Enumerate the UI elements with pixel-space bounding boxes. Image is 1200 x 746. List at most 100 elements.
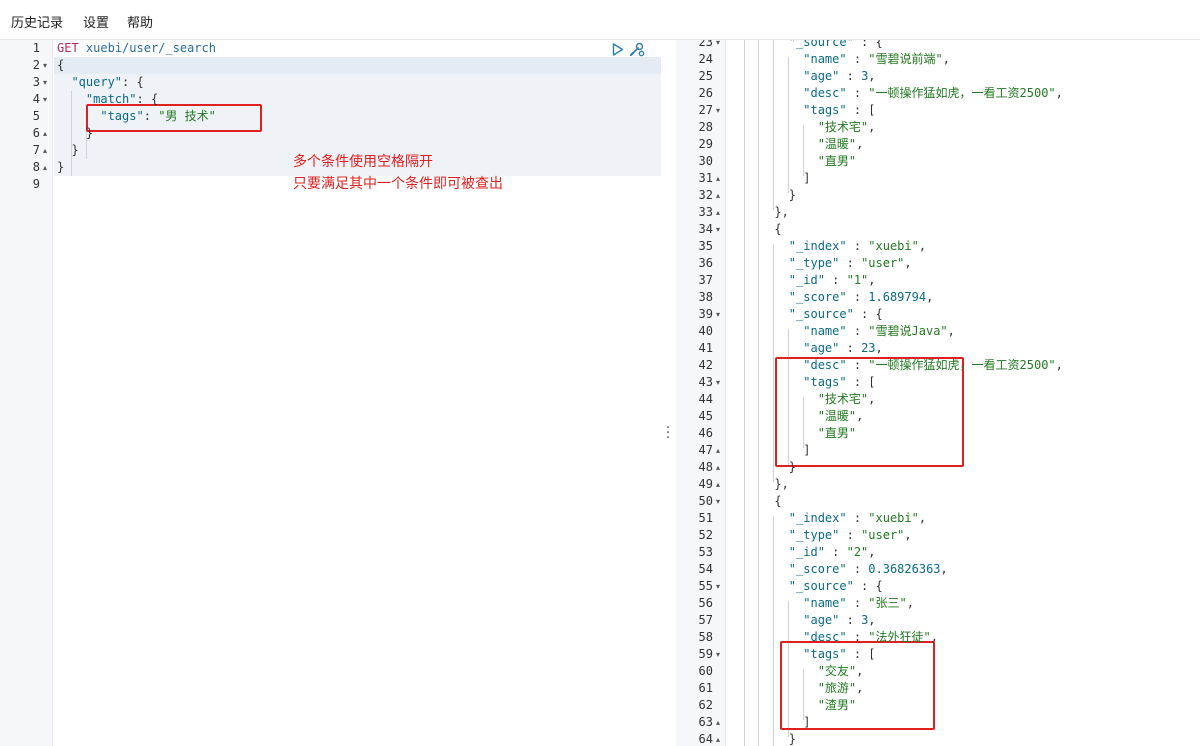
fold-open-icon[interactable]: ▾ (43, 57, 47, 74)
code-line: "_type" : "user", (788, 256, 912, 270)
code-line: } (731, 732, 797, 746)
code-line: "_id" : "1", (788, 273, 876, 287)
line-number: 41 (698, 341, 713, 355)
line-number: 31 (698, 171, 713, 185)
fold-close-icon[interactable]: ▴ (716, 442, 720, 459)
code-line: { (731, 494, 782, 508)
code-line: "_type" : "user", (788, 528, 912, 542)
fold-close-icon[interactable]: ▴ (43, 159, 47, 176)
fold-close-icon[interactable]: ▴ (716, 459, 720, 476)
line-number: 27 (698, 103, 713, 117)
code-line: "desc" : "一顿操作猛如虎，一看工资2500", (803, 358, 1063, 372)
line-number: 42 (698, 358, 713, 372)
line-number: 63 (698, 715, 713, 729)
line-number: 36 (698, 256, 713, 270)
code-line: "渣男" (817, 698, 857, 712)
code-line: "age" : 23, (803, 341, 883, 355)
menu-history[interactable]: 历史记录 (11, 12, 63, 31)
code-line: { (57, 58, 65, 72)
fold-open-icon[interactable]: ▾ (716, 493, 720, 510)
code-line: "温暖", (817, 137, 864, 151)
request-editor[interactable]: 1 2 ▾ 3 ▾ 4 ▾ 5 6 ▴ 7 ▴ 8 ▴ 9 多个条件使用空格隔开 只要满足其中一个条件即可被… (0, 40, 661, 746)
code-line: "技术宅", (817, 120, 876, 134)
fold-open-icon[interactable]: ▾ (716, 306, 720, 323)
line-number: 62 (698, 698, 713, 712)
pane-divider[interactable] (661, 40, 676, 746)
line-number: 53 (698, 545, 713, 559)
code-line: "_index" : "xuebi", (788, 511, 927, 525)
line-number: 38 (698, 290, 713, 304)
code-line: "_score" : 0.36826363, (788, 562, 948, 576)
line-number: 3 (32, 75, 40, 89)
line-number: 37 (698, 273, 713, 287)
fold-open-icon[interactable]: ▾ (716, 221, 720, 238)
line-number: 30 (698, 154, 713, 168)
line-number: 64 (698, 732, 713, 746)
code-line: } (731, 460, 797, 474)
line-number: 29 (698, 137, 713, 151)
line-number: 6 (32, 126, 40, 140)
code-line: "_id" : "2", (788, 545, 876, 559)
response-code[interactable]: "_source" : { "name" : "雪碧说前端", "age" : … (728, 40, 1200, 746)
line-number: 7 (32, 143, 40, 157)
code-line: ] (731, 171, 811, 185)
fold-open-icon[interactable]: ▾ (43, 91, 47, 108)
fold-open-icon[interactable]: ▾ (716, 646, 720, 663)
line-number: 26 (698, 86, 713, 100)
menu-settings[interactable]: 设置 (83, 12, 109, 31)
line-number: 24 (698, 52, 713, 66)
code-line: } (57, 160, 65, 174)
line-number: 34 (698, 222, 713, 236)
code-line: "tags": "男 技术" (100, 109, 216, 123)
response-gutter: 23 ▾ 24 25 26 27 ▾ 28 29 30 31 ▴ 32 ▴ 33 ▴ 34 ▾ 35 36 37 38 39… (676, 40, 726, 746)
fold-open-icon[interactable]: ▾ (716, 40, 720, 51)
code-line: ] (731, 443, 811, 457)
fold-open-icon[interactable]: ▾ (716, 578, 720, 595)
line-number: 47 (698, 443, 713, 457)
request-code[interactable]: GET xuebi/user/_search { "query": { "matc… (54, 40, 661, 746)
code-line: "直男" (817, 426, 857, 440)
line-number: 51 (698, 511, 713, 525)
line-number: 46 (698, 426, 713, 440)
fold-close-icon[interactable]: ▴ (716, 476, 720, 493)
fold-close-icon[interactable]: ▴ (43, 125, 47, 142)
code-line: "tags" : [ (803, 103, 876, 117)
line-number: 33 (698, 205, 713, 219)
line-number: 43 (698, 375, 713, 389)
fold-close-icon[interactable]: ▴ (716, 170, 720, 187)
code-line: "age" : 3, (803, 69, 876, 83)
code-line: } (731, 188, 797, 202)
fold-close-icon[interactable]: ▴ (716, 731, 720, 746)
line-number: 5 (32, 109, 40, 123)
fold-close-icon[interactable]: ▴ (716, 204, 720, 221)
fold-open-icon[interactable]: ▾ (716, 374, 720, 391)
code-line: { (731, 222, 782, 236)
vertical-dots-icon[interactable]: · · · (664, 421, 672, 445)
line-number: 23 (698, 40, 713, 49)
line-number: 9 (32, 177, 40, 191)
code-line: "name" : "张三", (803, 596, 914, 610)
code-line: "_source" : { (788, 307, 883, 321)
code-line: "desc" : "一顿操作猛如虎，一看工资2500", (803, 86, 1063, 100)
menu-help[interactable]: 帮助 (127, 12, 153, 31)
line-number: 35 (698, 239, 713, 253)
fold-open-icon[interactable]: ▾ (43, 74, 47, 91)
code-line: GET xuebi/user/_search (57, 41, 216, 55)
line-number: 45 (698, 409, 713, 423)
fold-close-icon[interactable]: ▴ (716, 714, 720, 731)
code-line: "交友", (817, 664, 864, 678)
fold-close-icon[interactable]: ▴ (43, 142, 47, 159)
fold-open-icon[interactable]: ▾ (716, 102, 720, 119)
code-line: ] (731, 715, 811, 729)
line-number: 56 (698, 596, 713, 610)
code-line: "age" : 3, (803, 613, 876, 627)
line-number: 4 (32, 92, 40, 106)
code-line: "_source" : { (788, 40, 883, 49)
line-number: 44 (698, 392, 713, 406)
response-viewer[interactable]: 23 ▾ 24 25 26 27 ▾ 28 29 30 31 ▴ 32 ▴ 33 ▴ 34 ▾ 35 36 37 38 39… (676, 40, 1200, 746)
code-line: "技术宅", (817, 392, 876, 406)
code-line: "name" : "雪碧说Java", (803, 324, 955, 338)
fold-close-icon[interactable]: ▴ (716, 187, 720, 204)
line-number: 1 (32, 41, 40, 55)
code-line: "desc" : "法外狂徒", (803, 630, 938, 644)
